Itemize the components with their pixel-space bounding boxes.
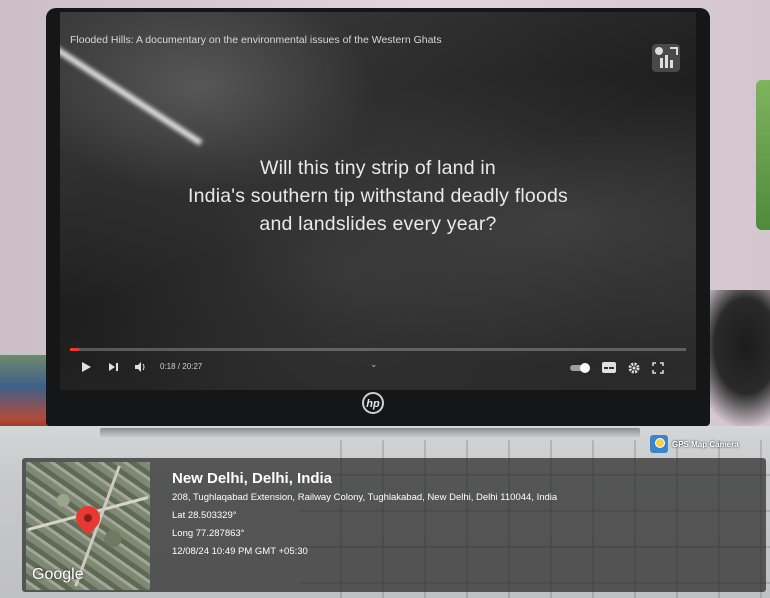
screen-glare [60, 42, 203, 146]
map-pin-icon [71, 501, 105, 535]
time-display: 0:18 / 20:27 [160, 362, 203, 371]
subtitles-icon[interactable] [602, 362, 616, 373]
location-datetime: 12/08/24 10:49 PM GMT +05:30 [172, 546, 308, 557]
video-title: Flooded Hills: A documentary on the envi… [70, 34, 442, 46]
photo-scene: Flooded Hills: A documentary on the envi… [0, 0, 770, 598]
gear-icon[interactable] [628, 362, 640, 374]
laptop-hinge [100, 428, 640, 438]
next-icon[interactable] [108, 362, 119, 372]
map-thumbnail: Google [26, 462, 150, 590]
video-caption: Will this tiny strip of land in India's … [60, 154, 696, 238]
location-info: New Delhi, Delhi, India 208, Tughlaqabad… [172, 470, 557, 564]
badge-label: GPS Map Camera [672, 439, 739, 449]
location-address: 208, Tughlaqabad Extension, Railway Colo… [172, 492, 558, 503]
caption-line: India's southern tip withstand deadly fl… [187, 185, 568, 207]
chevron-down-icon[interactable]: ⌄ [370, 359, 378, 370]
fullscreen-icon[interactable] [652, 362, 664, 374]
player-controls: 0:18 / 20:27 ⌄ [60, 357, 696, 379]
location-long: Long 77.287863° [172, 528, 245, 539]
google-logo: Google [32, 566, 84, 583]
gps-camera-badge: GPS Map Camera [650, 433, 766, 455]
location-city: New Delhi, Delhi, India [172, 470, 333, 487]
caption-line: Will this tiny strip of land in [260, 157, 496, 179]
video-player[interactable]: Flooded Hills: A documentary on the envi… [60, 12, 696, 390]
channel-logo-icon [652, 44, 680, 72]
play-icon[interactable] [80, 361, 92, 373]
progress-fill [70, 348, 80, 351]
gps-camera-app-icon [650, 435, 668, 453]
caption-line: and landslides every year? [259, 213, 497, 235]
volume-icon[interactable] [134, 362, 146, 372]
hp-logo: hp [362, 392, 384, 414]
plant [756, 80, 770, 230]
books-shelf [0, 355, 50, 435]
location-lat: Lat 28.503329° [172, 510, 237, 521]
autoplay-toggle-icon[interactable] [570, 363, 592, 373]
progress-bar[interactable] [70, 348, 686, 351]
